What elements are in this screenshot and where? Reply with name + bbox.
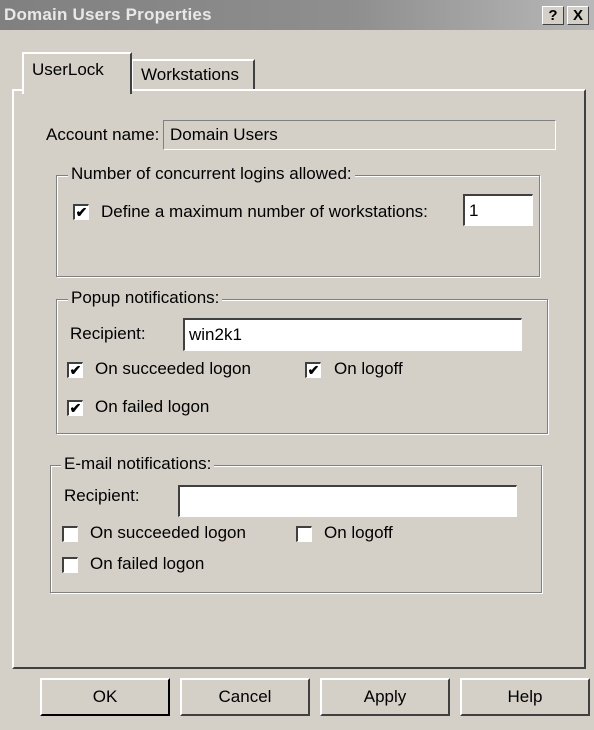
account-name-field: Domain Users [163, 120, 556, 150]
tab-workstations[interactable]: Workstations [131, 59, 255, 90]
email-on-failed-checkbox[interactable] [62, 557, 78, 573]
popup-on-logoff-checkbox[interactable]: ✔ [305, 362, 321, 378]
define-max-label: Define a maximum number of workstations: [101, 202, 428, 221]
define-max-checkbox[interactable]: ✔ [73, 204, 89, 220]
popup-on-failed-label: On failed logon [95, 397, 210, 416]
close-title-button[interactable]: X [567, 6, 589, 25]
account-name-label: Account name: [46, 125, 160, 144]
email-on-succeeded-label: On succeeded logon [90, 523, 246, 542]
concurrent-logins-legend: Number of concurrent logins allowed: [68, 164, 355, 184]
email-notifications-legend: E-mail notifications: [61, 454, 215, 474]
window-title: Domain Users Properties [4, 5, 212, 24]
email-on-failed-label: On failed logon [90, 554, 205, 573]
popup-notifications-legend: Popup notifications: [68, 288, 223, 308]
tab-userlock[interactable]: UserLock [22, 52, 132, 94]
concurrent-logins-group [56, 175, 540, 277]
title-bar[interactable]: Domain Users Properties ? X [0, 0, 594, 30]
max-workstations-input[interactable] [463, 194, 533, 226]
help-title-button[interactable]: ? [542, 6, 564, 25]
email-on-logoff-checkbox[interactable] [296, 526, 312, 542]
cancel-button[interactable]: Cancel [180, 678, 310, 716]
email-recipient-input[interactable] [178, 485, 517, 517]
popup-on-succeeded-checkbox[interactable]: ✔ [67, 362, 83, 378]
help-button[interactable]: Help [460, 678, 590, 716]
email-on-succeeded-checkbox[interactable] [62, 526, 78, 542]
email-recipient-label: Recipient: [64, 486, 140, 505]
popup-on-succeeded-label: On succeeded logon [95, 359, 251, 378]
popup-on-logoff-label: On logoff [334, 359, 403, 378]
apply-button[interactable]: Apply [320, 678, 450, 716]
popup-recipient-label: Recipient: [70, 324, 146, 343]
popup-on-failed-checkbox[interactable]: ✔ [67, 400, 83, 416]
ok-button[interactable]: OK [40, 678, 170, 716]
email-on-logoff-label: On logoff [324, 523, 393, 542]
properties-dialog: Domain Users Properties ? X UserLock Wor… [0, 0, 594, 730]
popup-recipient-input[interactable] [183, 318, 522, 351]
